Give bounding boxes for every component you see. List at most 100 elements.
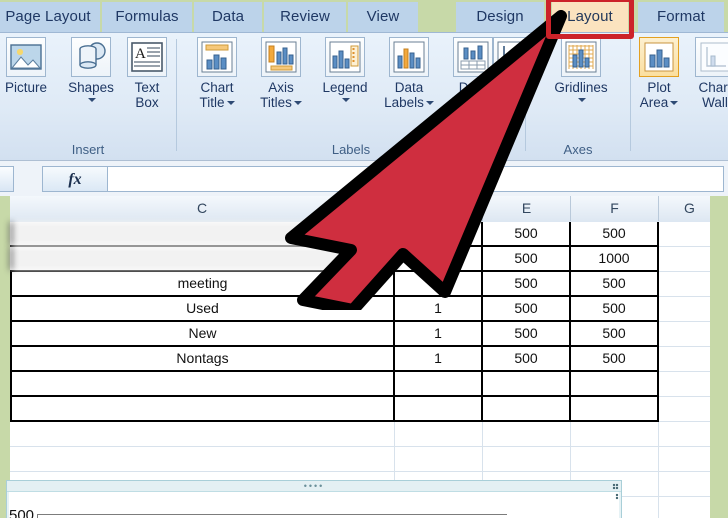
- excel-window: Page Layout Formulas Data Review View De…: [0, 0, 728, 518]
- column-header-c[interactable]: C: [10, 196, 395, 221]
- axes-dropdown-caret-row[interactable]: [484, 95, 542, 105]
- embedded-chart-object[interactable]: •••• 500: [6, 480, 622, 518]
- grid-line-h: [10, 471, 710, 472]
- cell-f[interactable]: 500: [571, 222, 659, 245]
- cell-e[interactable]: [483, 397, 571, 420]
- chart-title-button[interactable]: Chart Title: [185, 37, 249, 110]
- insert-function-icon[interactable]: fx: [42, 166, 108, 192]
- cell-d[interactable]: [395, 372, 483, 395]
- cell-e[interactable]: 500: [483, 322, 571, 345]
- cell-f[interactable]: [571, 372, 659, 395]
- table-row[interactable]: [10, 372, 659, 397]
- tab-page-layout[interactable]: Page Layout: [0, 2, 100, 32]
- chart-drag-dots: ••••: [303, 481, 325, 491]
- legend-dropdown-caret-row[interactable]: [313, 95, 377, 105]
- column-header-d[interactable]: D: [395, 196, 483, 221]
- cell-e[interactable]: 500: [483, 347, 571, 370]
- table-row[interactable]: 500 500: [10, 222, 659, 247]
- cell-f[interactable]: 500: [571, 297, 659, 320]
- table-row[interactable]: meeting 1 500 500: [10, 272, 659, 297]
- legend-label: Legend: [322, 80, 368, 95]
- ribbon-group-background: Plot Area Chart Wall: [631, 33, 728, 159]
- chart-wall-button[interactable]: Chart Wall: [689, 37, 728, 110]
- plot-area-button[interactable]: Plot Area: [633, 37, 685, 110]
- chart-resize-handle-right[interactable]: [615, 493, 619, 500]
- picture-button[interactable]: Picture: [0, 37, 62, 95]
- chart-top-rule: [37, 514, 507, 515]
- gridlines-dropdown-caret-row[interactable]: [542, 95, 620, 105]
- cell-c[interactable]: [10, 397, 395, 420]
- cell-c[interactable]: Nontags: [10, 347, 395, 370]
- cell-d[interactable]: [395, 222, 483, 245]
- column-header-e[interactable]: E: [483, 196, 571, 221]
- plot-area-icon: [639, 37, 679, 77]
- chevron-down-icon: [425, 101, 434, 106]
- cell-e[interactable]: 500: [483, 297, 571, 320]
- cell-f[interactable]: [571, 397, 659, 420]
- gridlines-icon: [561, 37, 601, 77]
- axis-titles-button[interactable]: Axis Titles: [249, 37, 313, 110]
- group-label-labels: Labels: [331, 142, 371, 157]
- text-box-button[interactable]: A Text Box: [118, 37, 176, 110]
- chart-resize-handle-corner[interactable]: [612, 483, 619, 490]
- cell-d[interactable]: [395, 247, 483, 270]
- cell-d[interactable]: [395, 397, 483, 420]
- table-row[interactable]: New 1 500 500: [10, 322, 659, 347]
- cell-d[interactable]: 1: [395, 297, 483, 320]
- table-row[interactable]: [10, 397, 659, 422]
- tab-design[interactable]: Design: [456, 2, 544, 32]
- cell-e[interactable]: 500: [483, 247, 571, 270]
- shapes-dropdown-caret-row[interactable]: [58, 95, 124, 105]
- cell-f[interactable]: 1000: [571, 247, 659, 270]
- plot-area-label-line2: Area: [633, 95, 685, 110]
- tab-separator: [452, 3, 454, 30]
- tab-page-layout-label: Page Layout: [5, 8, 91, 25]
- gridlines-button[interactable]: Gridlines: [542, 37, 620, 105]
- cell-d[interactable]: 1: [395, 272, 483, 295]
- data-labels-button[interactable]: Data Labels: [377, 37, 441, 110]
- chart-title-icon: [197, 37, 237, 77]
- cell-f[interactable]: 500: [571, 347, 659, 370]
- axes-button[interactable]: Axes: [484, 37, 542, 105]
- tab-review[interactable]: Review: [264, 2, 346, 32]
- legend-button[interactable]: Legend: [313, 37, 377, 105]
- ribbon-body: Picture Shapes A Text Box Insert Chart T…: [0, 32, 728, 161]
- cell-c[interactable]: [10, 222, 395, 245]
- cell-f[interactable]: 500: [571, 272, 659, 295]
- cell-c[interactable]: meeting: [10, 272, 395, 295]
- table-row[interactable]: Used 1 500 500: [10, 297, 659, 322]
- formula-input[interactable]: [108, 166, 724, 192]
- cell-e[interactable]: 500: [483, 222, 571, 245]
- tab-view-label: View: [366, 8, 400, 25]
- tab-formulas-label: Formulas: [115, 8, 179, 25]
- table-row[interactable]: Nontags 1 500 500: [10, 347, 659, 372]
- chart-wall-label-line2: Wall: [689, 95, 728, 110]
- cell-c[interactable]: [10, 372, 395, 395]
- cell-e[interactable]: [483, 372, 571, 395]
- group-label-insert: Insert: [71, 142, 105, 157]
- cell-c[interactable]: [10, 247, 395, 270]
- chart-drag-bar[interactable]: ••••: [7, 481, 621, 492]
- tab-data[interactable]: Data: [194, 2, 262, 32]
- axis-titles-label-line1: Axis: [268, 80, 294, 95]
- tab-formulas[interactable]: Formulas: [102, 2, 192, 32]
- cell-e[interactable]: 500: [483, 272, 571, 295]
- formula-bar: fx: [0, 160, 728, 197]
- chart-y-axis-line: [37, 514, 38, 518]
- shapes-button[interactable]: Shapes: [58, 37, 124, 105]
- sheet-right-margin: [710, 196, 728, 518]
- tab-format[interactable]: Format: [638, 2, 724, 32]
- plot-area-label-line1: Plot: [647, 80, 671, 95]
- table-row[interactable]: 500 1000: [10, 247, 659, 272]
- text-box-label-line1: Text: [134, 80, 160, 95]
- cell-c[interactable]: Used: [10, 297, 395, 320]
- cell-d[interactable]: 1: [395, 322, 483, 345]
- cell-d[interactable]: 1: [395, 347, 483, 370]
- column-header-f[interactable]: F: [571, 196, 659, 221]
- ribbon-group-axes: Axes Gridlines Axes: [493, 33, 630, 159]
- tab-view[interactable]: View: [348, 2, 418, 32]
- name-box[interactable]: [0, 166, 14, 192]
- group-label-axes: Axes: [563, 142, 593, 157]
- cell-f[interactable]: 500: [571, 322, 659, 345]
- cell-c[interactable]: New: [10, 322, 395, 345]
